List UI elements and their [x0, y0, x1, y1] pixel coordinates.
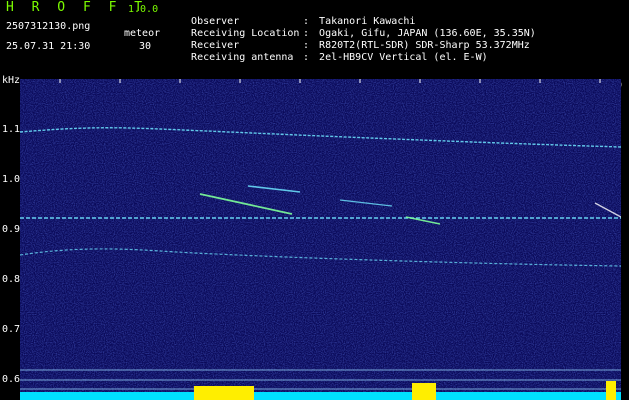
frequency-tick: 0.7: [2, 324, 21, 335]
info-sep: :: [303, 52, 310, 63]
date-time: 25.07.31 21:30: [6, 41, 91, 52]
frequency-tick: 0.8: [2, 274, 21, 285]
app-title: H R O F F T: [6, 0, 148, 15]
frequency-tick: 0.9: [2, 224, 21, 235]
file-name: 2507312130.png: [6, 21, 91, 32]
info-row-antenna: Receiving antenna:2el-HB9CV Vertical (el…: [179, 40, 488, 64]
detection-count: 30: [139, 41, 152, 52]
frequency-tick: 1.1: [2, 124, 21, 135]
signal-burst: [194, 386, 254, 400]
spectrogram: [20, 79, 621, 400]
frequency-tick: 0.6: [2, 374, 21, 385]
info-value: 2el-HB9CV Vertical (el. E-W): [319, 52, 488, 63]
info-key: Receiving antenna: [191, 52, 294, 63]
signal-burst: [606, 381, 616, 400]
frequency-unit-label: kHz: [2, 75, 21, 86]
detection-label: meteor: [124, 28, 161, 39]
signal-burst: [412, 383, 436, 400]
app-version: 1.0.0: [128, 4, 159, 15]
frequency-tick: 1.0: [2, 174, 21, 185]
signal-baseline: [20, 392, 621, 400]
